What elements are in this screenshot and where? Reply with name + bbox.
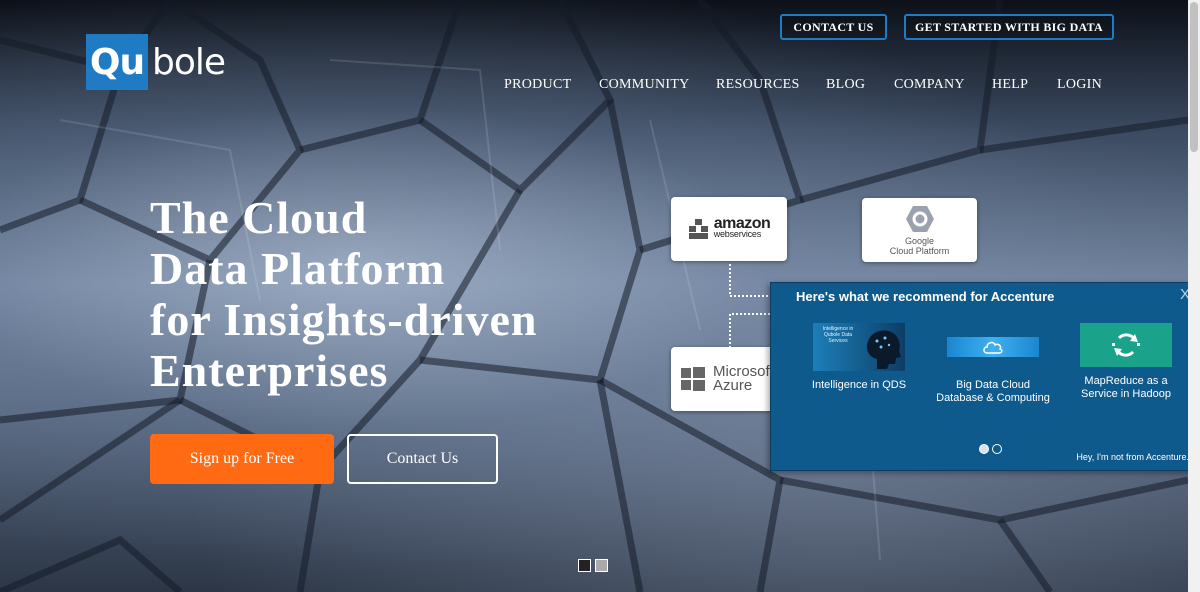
hero-contact-button[interactable]: Contact Us [347,434,498,484]
hero-headline: The Cloud Data Platform for Insights-dri… [150,192,590,396]
gcp-line2: Cloud Platform [889,245,950,256]
headline-line: Data Platform [150,243,446,294]
mapreduce-thumbnail [1080,323,1172,367]
recommendation-label: MapReduce as a Service in Hadoop [1081,375,1171,400]
nav-blog[interactable]: BLOG [826,77,865,93]
cloud-icon [983,341,1003,354]
contact-us-button[interactable]: CONTACT US [780,14,887,40]
aws-logo-card: amazon webservices [671,197,787,261]
carousel-dot[interactable] [595,559,608,572]
recommendation-item[interactable]: Intelligence in Qubole Data Services Int… [799,323,919,392]
signup-button[interactable]: Sign up for Free [150,434,334,484]
ai-head-icon [867,330,901,369]
logo-mark: Qu [86,34,148,90]
windows-logo-icon [681,367,705,391]
google-cloud-hexagon-icon [905,205,934,232]
aws-wordmark: amazon [713,215,771,232]
not-from-company-link[interactable]: Hey, I'm not from Accenture. [1076,452,1189,462]
logo-wordmark: bole [152,41,226,83]
cloud-database-thumbnail [947,323,1039,371]
nav-login[interactable]: LOGIN [1057,77,1102,93]
pager-dot-active[interactable] [979,444,989,454]
headline-line: Enterprises [150,345,389,396]
get-started-button[interactable]: GET STARTED WITH BIG DATA [904,14,1114,40]
nav-help[interactable]: HELP [992,77,1028,93]
recommendation-title: Here's what we recommend for Accenture [796,289,1055,304]
recommendation-panel: Here's what we recommend for Accenture X… [770,282,1200,471]
thumbnail-caption: Intelligence in Qubole Data Services [822,326,854,344]
recommendation-label: Intelligence in QDS [811,379,907,391]
nav-company[interactable]: COMPANY [894,77,965,93]
recommendation-label: Big Data Cloud Database & Computing [936,379,1050,404]
carousel-dot-active[interactable] [578,559,591,572]
aws-cubes-icon [688,219,708,239]
scrollbar-thumb[interactable] [1190,2,1198,152]
nav-product[interactable]: PRODUCT [504,77,571,93]
gcp-logo-card: Google Cloud Platform [862,198,977,262]
headline-line: for Insights-driven [150,294,538,345]
gcp-line1: Google [904,235,935,246]
refresh-cycle-icon [1112,333,1140,357]
azure-line2: Azure [713,377,753,394]
nav-community[interactable]: COMMUNITY [599,77,690,93]
page-scrollbar[interactable] [1188,0,1200,592]
headline-line: The Cloud [150,192,368,243]
recommendation-item[interactable]: MapReduce as a Service in Hadoop [1066,323,1186,401]
azure-logo-card: Microsoft Azure [671,347,781,411]
recommendation-item[interactable]: Big Data Cloud Database & Computing [933,323,1053,405]
nav-resources[interactable]: RESOURCES [716,77,800,93]
pager-dot[interactable] [992,444,1002,454]
qubole-logo[interactable]: Qu bole [86,34,226,90]
ai-head-thumbnail: Intelligence in Qubole Data Services [813,323,905,371]
carousel-pager [578,559,608,572]
recommendation-pager [979,444,1002,454]
